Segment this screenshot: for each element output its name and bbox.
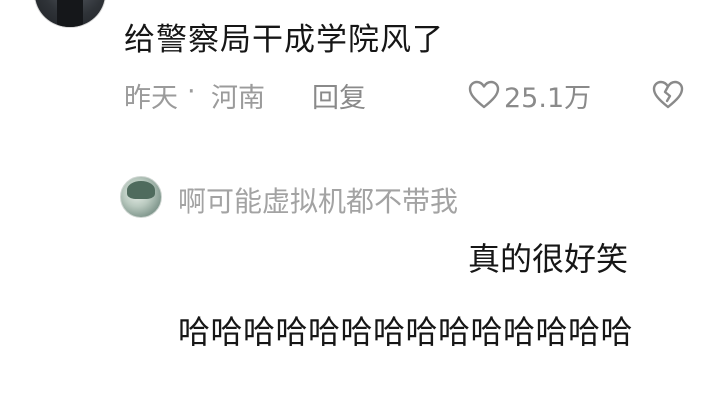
comment-text: 给警察局干成学院风了: [124, 22, 444, 58]
comment-time: 昨天: [124, 83, 178, 114]
reply-username[interactable]: 啊可能虚拟机都不带我: [178, 180, 458, 220]
commenter-avatar[interactable]: [34, 0, 106, 28]
comment-location: 河南: [211, 83, 265, 114]
reply-text-line1: 真的很好笑: [468, 240, 629, 278]
reply-text-line2: 哈哈哈哈哈哈哈哈哈哈哈哈哈哈: [178, 313, 634, 351]
reply-button[interactable]: 回复: [312, 76, 366, 115]
avatar-hair: [127, 181, 155, 199]
broken-heart-icon[interactable]: [652, 80, 684, 110]
meta-separator: ·: [187, 76, 196, 107]
heart-icon[interactable]: [468, 80, 500, 110]
avatar-figure: [57, 0, 83, 27]
like-count: 25.1万: [504, 83, 592, 114]
reply-avatar[interactable]: [120, 176, 162, 218]
